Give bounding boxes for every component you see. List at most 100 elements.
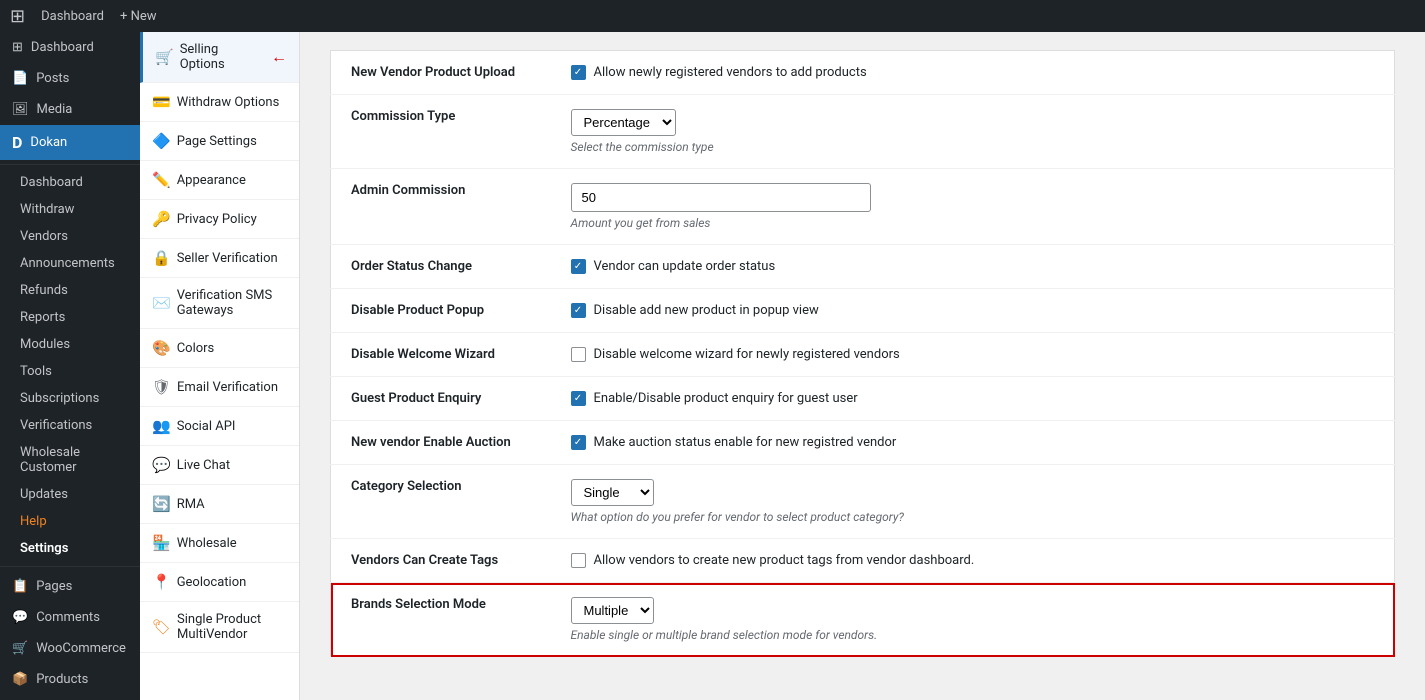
privacy-policy-icon: 🔑 [152,210,171,228]
second-panel-item-selling-options[interactable]: 🛒 Selling Options ← [140,32,299,83]
second-panel-item-page-settings[interactable]: 🔷 Page Settings [140,122,299,161]
settings-label: Order Status Change [331,245,551,289]
table-row: New vendor Enable Auction ✓ Make auction… [331,421,1395,465]
table-row: Guest Product Enquiry ✓ Enable/Disable p… [331,377,1395,421]
table-row: Commission Type Percentage Flat Select t… [331,95,1395,169]
page-settings-icon: 🔷 [152,132,171,150]
sidebar-item-dokan[interactable]: D Dokan [0,125,140,160]
admin-bar: ⊞ Dashboard + New [0,0,1425,32]
sidebar-item-posts[interactable]: 📄 Posts [0,63,140,94]
sidebar-item-updates[interactable]: Updates [0,481,140,508]
second-panel-item-appearance[interactable]: ✏️ Appearance [140,161,299,200]
wholesale-icon: 🏪 [152,534,171,552]
settings-value: ✓ Allow newly registered vendors to add … [551,51,1395,95]
second-panel-item-withdraw-options[interactable]: 💳 Withdraw Options [140,83,299,122]
sidebar-item-reports[interactable]: Reports [0,304,140,331]
second-panel-item-rma[interactable]: 🔄 RMA [140,485,299,524]
sidebar-item-bookings[interactable]: 📅 Bookings [0,695,140,700]
checkbox-row: Allow vendors to create new product tags… [571,553,1375,568]
admin-bar-posts[interactable]: + New [120,9,157,24]
sidebar-separator-2 [0,566,140,567]
second-panel-item-seller-verification[interactable]: 🔒 Seller Verification [140,239,299,278]
commission-type-desc: Select the commission type [571,140,1375,154]
vendors-can-create-tags-checkbox[interactable] [571,553,586,568]
second-panel-item-wholesale[interactable]: 🏪 Wholesale [140,524,299,563]
woocommerce-icon: 🛒 [12,641,28,656]
guest-product-enquiry-checkbox[interactable]: ✓ [571,391,586,406]
sidebar-item-help[interactable]: Help [0,508,140,535]
settings-table: New Vendor Product Upload ✓ Allow newly … [330,50,1395,657]
sidebar-item-media[interactable]: 🖼 Media [0,94,140,125]
colors-icon: 🎨 [152,339,171,357]
social-api-icon: 👥 [152,417,171,435]
settings-label: Category Selection [331,465,551,539]
table-row: Vendors Can Create Tags Allow vendors to… [331,539,1395,583]
second-panel-item-verification-sms[interactable]: ✉️ Verification SMS Gateways [140,278,299,329]
settings-label: New vendor Enable Auction [331,421,551,465]
brands-selection-mode-desc: Enable single or multiple brand selectio… [571,628,1375,642]
settings-value: Single Multiple What option do you prefe… [551,465,1395,539]
settings-label: Disable Welcome Wizard [331,333,551,377]
seller-verification-icon: 🔒 [152,249,171,267]
brands-selection-mode-select[interactable]: Single Multiple [571,597,654,624]
second-panel-item-social-api[interactable]: 👥 Social API [140,407,299,446]
dashboard-icon: ⊞ [12,40,23,55]
verification-sms-icon: ✉️ [152,294,171,312]
second-panel-item-live-chat[interactable]: 💬 Live Chat [140,446,299,485]
second-panel-item-colors[interactable]: 🎨 Colors [140,329,299,368]
sidebar-item-woocommerce[interactable]: 🛒 WooCommerce [0,633,140,664]
table-row: Disable Welcome Wizard Disable welcome w… [331,333,1395,377]
checkbox-row: ✓ Vendor can update order status [571,259,1375,274]
category-selection-desc: What option do you prefer for vendor to … [571,510,1375,524]
sidebar-item-subscriptions[interactable]: Subscriptions [0,385,140,412]
table-row-brands-selection: Brands Selection Mode Single Multiple En… [331,583,1395,657]
admin-commission-input[interactable] [571,183,871,212]
settings-value: Allow vendors to create new product tags… [551,539,1395,583]
new-vendor-product-upload-checkbox[interactable]: ✓ [571,65,586,80]
sidebar-item-verifications[interactable]: Verifications [0,412,140,439]
settings-value: Disable welcome wizard for newly registe… [551,333,1395,377]
main-content: New Vendor Product Upload ✓ Allow newly … [300,0,1425,700]
sidebar-separator-1 [0,164,140,165]
sidebar-item-dashboard[interactable]: ⊞ Dashboard [0,32,140,63]
second-panel-item-geolocation[interactable]: 📍 Geolocation [140,563,299,602]
checkbox-row: ✓ Enable/Disable product enquiry for gue… [571,391,1375,406]
order-status-change-checkbox[interactable]: ✓ [571,259,586,274]
appearance-icon: ✏️ [152,171,171,189]
sidebar-item-vendors[interactable]: Vendors [0,223,140,250]
disable-product-popup-checkbox[interactable]: ✓ [571,303,586,318]
second-panel-item-privacy-policy[interactable]: 🔑 Privacy Policy [140,200,299,239]
sidebar-item-products[interactable]: 📦 Products [0,664,140,695]
live-chat-icon: 💬 [152,456,171,474]
sidebar-item-wholesale-customer[interactable]: Wholesale Customer [0,439,140,481]
table-row: Order Status Change ✓ Vendor can update … [331,245,1395,289]
settings-label: Commission Type [331,95,551,169]
sidebar-item-announcements[interactable]: Announcements [0,250,140,277]
sidebar-item-pages[interactable]: 📋 Pages [0,571,140,602]
settings-label: New Vendor Product Upload [331,51,551,95]
settings-value: ✓ Disable add new product in popup view [551,289,1395,333]
settings-label: Disable Product Popup [331,289,551,333]
wp-logo-icon: ⊞ [10,6,25,27]
sidebar-item-sub-dashboard[interactable]: Dashboard [0,169,140,196]
media-icon: 🖼 [12,102,29,117]
sidebar-item-modules[interactable]: Modules [0,331,140,358]
products-icon: 📦 [12,672,28,687]
new-vendor-enable-auction-checkbox[interactable]: ✓ [571,435,586,450]
category-selection-select[interactable]: Single Multiple [571,479,654,506]
table-row: Disable Product Popup ✓ Disable add new … [331,289,1395,333]
commission-type-select[interactable]: Percentage Flat [571,109,676,136]
second-panel-item-email-verification[interactable]: 🛡 Email Verification [140,368,299,407]
disable-welcome-wizard-checkbox[interactable] [571,347,586,362]
sidebar-item-refunds[interactable]: Refunds [0,277,140,304]
sidebar-item-comments[interactable]: 💬 Comments [0,602,140,633]
sidebar-item-withdraw[interactable]: Withdraw [0,196,140,223]
sidebar-item-tools[interactable]: Tools [0,358,140,385]
admin-bar-dashboard[interactable]: Dashboard [41,9,104,24]
second-panel-item-single-product-multivendor[interactable]: 🏷 Single Product MultiVendor [140,602,299,653]
email-verification-icon: 🛡 [152,378,171,396]
settings-label: Guest Product Enquiry [331,377,551,421]
admin-commission-desc: Amount you get from sales [571,216,1375,230]
sidebar-item-settings[interactable]: Settings [0,535,140,562]
dokan-icon: D [12,133,22,152]
